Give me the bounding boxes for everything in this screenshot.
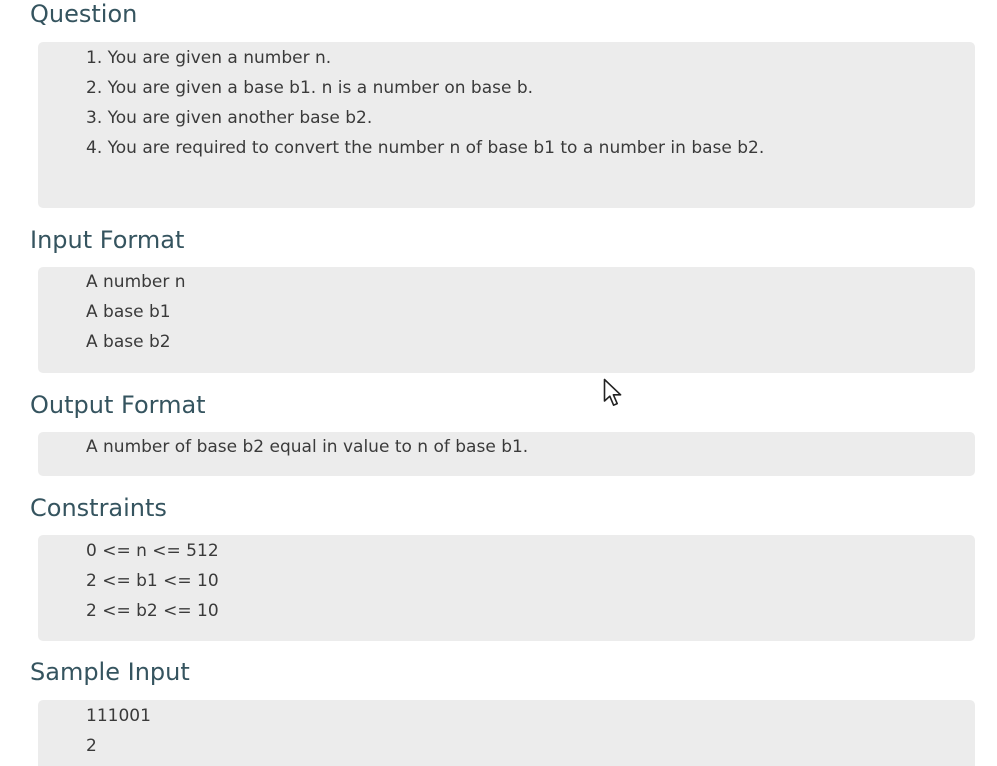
input-format-heading: Input Format [30, 226, 185, 254]
mouse-pointer-icon [603, 378, 622, 406]
sample-input-box: 111001 2 [38, 700, 975, 766]
constraints-line-1: 0 <= n <= 512 [86, 541, 219, 561]
constraints-heading: Constraints [30, 494, 167, 522]
sample-input-heading: Sample Input [30, 658, 190, 686]
question-line-4: 4. You are required to convert the numbe… [86, 138, 765, 158]
constraints-line-2: 2 <= b1 <= 10 [86, 571, 219, 591]
question-line-2: 2. You are given a base b1. n is a numbe… [86, 78, 534, 98]
output-format-heading: Output Format [30, 391, 206, 419]
input-format-line-2: A base b1 [86, 302, 171, 322]
input-format-box: A number n A base b1 A base b2 [38, 267, 975, 373]
constraints-box: 0 <= n <= 512 2 <= b1 <= 10 2 <= b2 <= 1… [38, 535, 975, 641]
problem-page: Question 1. You are given a number n. 2.… [0, 0, 997, 766]
question-heading: Question [30, 0, 138, 28]
output-format-box: A number of base b2 equal in value to n … [38, 432, 975, 476]
sample-input-line-2: 2 [86, 736, 97, 756]
question-box: 1. You are given a number n. 2. You are … [38, 42, 975, 208]
output-format-line-1: A number of base b2 equal in value to n … [86, 437, 529, 457]
input-format-line-3: A base b2 [86, 332, 171, 352]
input-format-line-1: A number n [86, 272, 186, 292]
question-line-3: 3. You are given another base b2. [86, 108, 373, 128]
constraints-line-3: 2 <= b2 <= 10 [86, 601, 219, 621]
sample-input-line-1: 111001 [86, 706, 151, 726]
question-line-1: 1. You are given a number n. [86, 48, 332, 68]
